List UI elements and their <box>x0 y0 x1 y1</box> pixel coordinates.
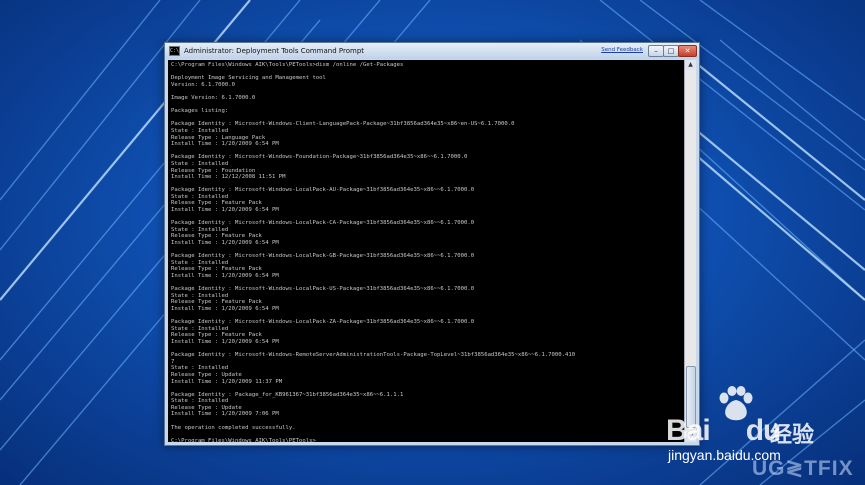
console-line: Release Type : Foundation <box>171 167 256 174</box>
console-line: Release Type : Feature Pack <box>171 200 262 207</box>
console-line: Image Version: 6.1.7000.0 <box>171 94 256 101</box>
send-feedback-link[interactable]: Send Feedback <box>601 47 643 53</box>
scroll-up-button[interactable]: ▲ <box>685 60 696 70</box>
up-arrow-icon: ▲ <box>688 61 693 68</box>
console-line: Release Type : Feature Pack <box>171 266 262 273</box>
console-line: Release Type : Feature Pack <box>171 299 262 306</box>
console-line: Install Time : 1/20/2009 6:54 PM <box>171 240 279 247</box>
console-line: Package Identity : Microsoft-Windows-Loc… <box>171 220 475 227</box>
console-line: State : Installed <box>171 365 229 372</box>
console-line: Package Identity : Microsoft-Windows-Rem… <box>171 352 576 359</box>
console-line: State : Installed <box>171 292 229 299</box>
console-line: Install Time : 1/20/2009 6:54 PM <box>171 305 279 312</box>
console-line: Version: 6.1.7000.0 <box>171 81 235 88</box>
console-text: C:\Program Files\Windows AIK\Tools\PEToo… <box>168 60 684 442</box>
window-titlebar[interactable]: C:\ Administrator: Deployment Tools Comm… <box>165 43 699 59</box>
console-line: State : Installed <box>171 325 229 332</box>
console-line: State : Installed <box>171 193 229 200</box>
console-line: Package Identity : Microsoft-Windows-Cli… <box>171 121 515 128</box>
console-line: Package Identity : Microsoft-Windows-Loc… <box>171 253 475 260</box>
console-line: Install Time : 1/20/2009 7:06 PM <box>171 411 279 418</box>
console-line: Package Identity : Microsoft-Windows-Fou… <box>171 154 468 161</box>
cmd-icon: C:\ <box>169 46 180 56</box>
console-line: C:\Program Files\Windows AIK\Tools\PEToo… <box>171 62 404 68</box>
console-line: Package Identity : Microsoft-Windows-Loc… <box>171 319 475 326</box>
window-title: Administrator: Deployment Tools Command … <box>184 47 365 55</box>
close-button[interactable]: ✕ <box>678 45 697 57</box>
ugetfix-logo: UG≷TFIX <box>752 457 854 480</box>
command-prompt-window: C:\ Administrator: Deployment Tools Comm… <box>164 42 700 446</box>
console-line: Install Time : 12/12/2008 11:51 PM <box>171 174 286 181</box>
jingyan-label: 经验 <box>770 423 815 448</box>
console-line: Install Time : 1/20/2009 6:54 PM <box>171 207 279 214</box>
console-line: Install Time : 1/20/2009 6:54 PM <box>171 273 279 279</box>
console-line: Release Type : Feature Pack <box>171 233 262 240</box>
console-line: Package Identity : Package_for_KB961367~… <box>171 391 404 398</box>
minimize-icon: – <box>654 47 658 55</box>
console-line: Packages listing: <box>171 108 229 115</box>
console-line: Install Time : 1/20/2009 11:37 PM <box>171 378 283 385</box>
console-line: Release Type : Update <box>171 404 242 411</box>
console-line: State : Installed <box>171 226 229 233</box>
console-line: 7 <box>171 358 175 365</box>
console-output[interactable]: C:\Program Files\Windows AIK\Tools\PEToo… <box>168 60 684 442</box>
console-line: Install Time : 1/20/2009 6:54 PM <box>171 338 279 345</box>
console-line: State : Installed <box>171 259 229 266</box>
console-line: Release Type : Language Pack <box>171 134 266 141</box>
console-line: Release Type : Update <box>171 371 242 378</box>
console-line: The operation completed successfully. <box>171 424 296 431</box>
console-line: Release Type : Feature Pack <box>171 332 262 339</box>
maximize-button[interactable]: □ <box>663 45 679 57</box>
minimize-button[interactable]: – <box>648 45 664 57</box>
console-line: Package Identity : Microsoft-Windows-Loc… <box>171 286 475 293</box>
baidu-wordmark: Bai du <box>666 414 781 447</box>
console-line: C:\Program Files\Windows AIK\Tools\PEToo… <box>171 437 320 442</box>
console-line: Install Time : 1/20/2009 6:54 PM <box>171 141 279 148</box>
console-line: State : Installed <box>171 127 229 134</box>
maximize-icon: □ <box>667 47 675 55</box>
console-line: State : Installed <box>171 160 229 167</box>
console-line: State : Installed <box>171 398 229 405</box>
console-line: Package Identity : Microsoft-Windows-Loc… <box>171 187 475 194</box>
close-icon: ✕ <box>684 47 691 55</box>
console-line: Deployment Image Servicing and Managemen… <box>171 75 326 82</box>
